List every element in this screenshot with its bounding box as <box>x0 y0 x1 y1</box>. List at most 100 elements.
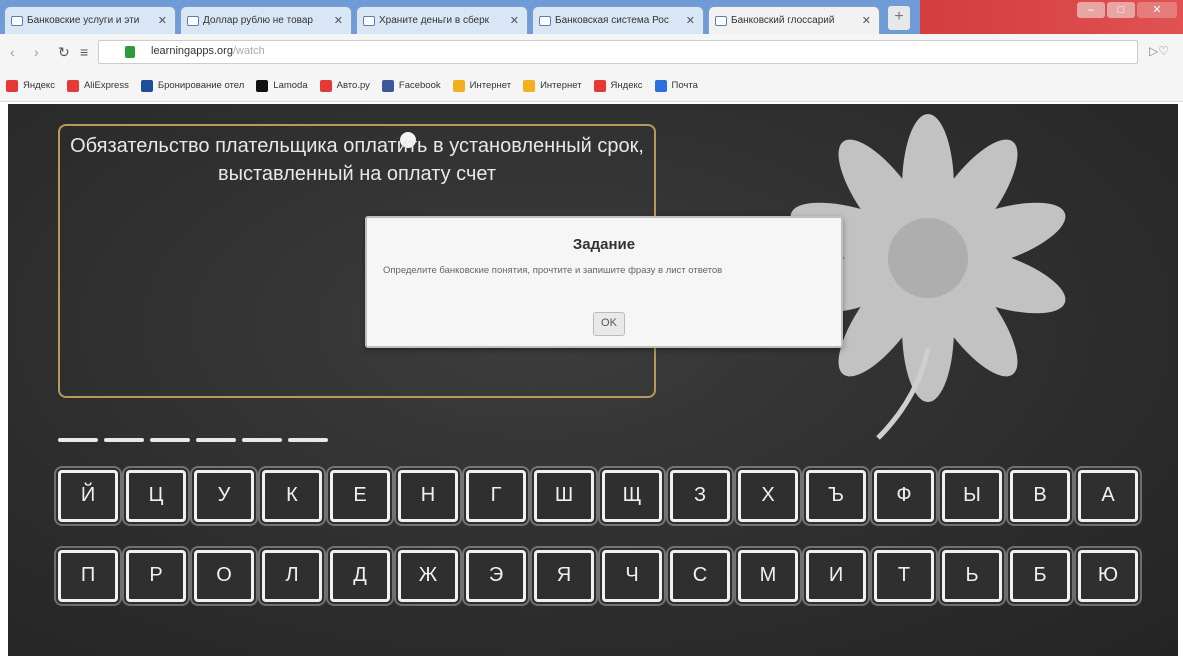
letter-key[interactable]: В <box>1010 470 1070 522</box>
letter-key[interactable]: Ч <box>602 550 662 602</box>
page-favicon-icon <box>187 16 199 26</box>
bookmark-icon <box>140 79 153 92</box>
letter-key[interactable]: Ш <box>534 470 594 522</box>
bookmark-label: Яндекс <box>23 80 55 91</box>
bookmark-icon <box>654 79 667 92</box>
letter-key[interactable]: Е <box>330 470 390 522</box>
letter-key[interactable]: Ю <box>1078 550 1138 602</box>
browser-tab[interactable]: Доллар рублю не товар ✕ <box>180 6 352 34</box>
letter-key[interactable]: Д <box>330 550 390 602</box>
letter-key[interactable]: П <box>58 550 118 602</box>
answer-slot <box>150 438 190 442</box>
task-dialog: Задание Определите банковские понятия, п… <box>365 216 843 348</box>
address-bar: ‹ › ↻ ≡ learningapps.org/watch ▷♡ <box>0 34 1183 71</box>
url-path: /watch <box>232 45 265 57</box>
letter-key[interactable]: Щ <box>602 470 662 522</box>
letter-key[interactable]: З <box>670 470 730 522</box>
bookmark-label: Авто.ру <box>336 80 370 91</box>
url-input[interactable]: learningapps.org/watch <box>98 40 1138 64</box>
bookmark-label: Интернет <box>540 80 582 91</box>
letter-key[interactable]: И <box>806 550 866 602</box>
url-host: learningapps.org <box>151 45 233 57</box>
letter-key[interactable]: Х <box>738 470 798 522</box>
dialog-message: Определите банковские понятия, прочтите … <box>383 265 723 276</box>
tab-title: Банковский глоссарий <box>731 15 835 26</box>
letter-key[interactable]: Ж <box>398 550 458 602</box>
bookmark-icon <box>319 79 332 92</box>
tab-title: Банковские услуги и эти <box>27 15 140 26</box>
bookmark-label: Почта <box>671 80 698 91</box>
page-favicon-icon <box>363 16 375 26</box>
bookmark-icon <box>452 79 465 92</box>
keyboard-row-2: ПРОЛДЖЭЯЧСМИТЬБЮ <box>58 550 1138 602</box>
letter-key[interactable]: Я <box>534 550 594 602</box>
close-tab-icon[interactable]: ✕ <box>158 14 167 27</box>
bookmark-item[interactable]: Интернет <box>452 79 511 92</box>
letter-key[interactable]: Ы <box>942 470 1002 522</box>
bookmark-label: AliExpress <box>83 80 129 91</box>
bookmark-item[interactable]: Авто.ру <box>319 79 370 92</box>
bookmark-item[interactable]: Бронирование отел <box>140 79 244 92</box>
bookmark-item[interactable]: Яндекс <box>593 79 643 92</box>
keyboard-row-1: ЙЦУКЕНГШЩЗХЪФЫВА <box>58 470 1138 522</box>
browser-tab[interactable]: Банковский глоссарий ✕ <box>708 6 880 34</box>
new-tab-button[interactable]: + <box>888 6 910 30</box>
answer-slots <box>58 438 328 442</box>
answer-slot <box>104 438 144 442</box>
close-window-button[interactable]: ✕ <box>1137 2 1177 18</box>
answer-slot <box>196 438 236 442</box>
letter-key[interactable]: У <box>194 470 254 522</box>
bookmark-item[interactable]: Почта <box>654 79 698 92</box>
bookmark-item[interactable]: Lamoda <box>256 79 308 92</box>
bookmark-icon <box>523 79 536 92</box>
menu-icon[interactable]: ≡ <box>80 44 88 60</box>
letter-key[interactable]: Б <box>1010 550 1070 602</box>
letter-key[interactable]: К <box>262 470 322 522</box>
letter-key[interactable]: Ф <box>874 470 934 522</box>
browser-tab[interactable]: Банковские услуги и эти ✕ <box>4 6 176 34</box>
close-tab-icon[interactable]: ✕ <box>686 14 695 27</box>
letter-key[interactable]: Т <box>874 550 934 602</box>
letter-key[interactable]: Г <box>466 470 526 522</box>
letter-key[interactable]: Л <box>262 550 322 602</box>
bookmark-item[interactable]: Яндекс <box>6 79 55 92</box>
dialog-title: Задание <box>572 236 636 253</box>
reload-icon[interactable]: ↻ <box>58 44 70 61</box>
bookmark-icon <box>6 79 18 92</box>
maximize-button[interactable]: □ <box>1107 2 1135 18</box>
bookmark-item[interactable]: AliExpress <box>66 79 129 92</box>
lock-icon <box>125 46 135 58</box>
close-tab-icon[interactable]: ✕ <box>334 14 343 27</box>
bookmark-item[interactable]: Facebook <box>381 79 441 92</box>
letter-key[interactable]: Н <box>398 470 458 522</box>
letter-key[interactable]: Р <box>126 550 186 602</box>
browser-tab[interactable]: Банковская система Рос ✕ <box>532 6 704 34</box>
bookmark-star-icon[interactable]: ▷♡ <box>1149 44 1169 58</box>
minimize-button[interactable]: – <box>1077 2 1105 18</box>
bookmark-label: Яндекс <box>610 80 643 91</box>
letter-key[interactable]: Ъ <box>806 470 866 522</box>
close-tab-icon[interactable]: ✕ <box>510 14 519 27</box>
back-icon[interactable]: ‹ <box>10 44 15 60</box>
bookmark-icon <box>66 79 79 92</box>
window-titlebar: – □ ✕ <box>920 0 1183 34</box>
close-tab-icon[interactable]: ✕ <box>862 14 871 27</box>
letter-key[interactable]: О <box>194 550 254 602</box>
letter-key[interactable]: Й <box>58 470 118 522</box>
letter-key[interactable]: С <box>670 550 730 602</box>
ok-button[interactable]: OK <box>593 312 625 336</box>
chalkboard-app: Обязательство плательщика оплатить в уст… <box>8 104 1178 656</box>
answer-slot <box>242 438 282 442</box>
tab-title: Храните деньги в сберк <box>379 15 490 26</box>
answer-slot <box>58 438 98 442</box>
bookmark-item[interactable]: Интернет <box>523 79 582 92</box>
letter-key[interactable]: Ь <box>942 550 1002 602</box>
letter-key[interactable]: М <box>738 550 798 602</box>
letter-key[interactable]: Э <box>466 550 526 602</box>
letter-key[interactable]: А <box>1078 470 1138 522</box>
letter-key[interactable]: Ц <box>126 470 186 522</box>
browser-tab[interactable]: Храните деньги в сберк ✕ <box>356 6 528 34</box>
bookmark-icon <box>381 79 394 92</box>
forward-icon[interactable]: › <box>34 44 39 60</box>
page-favicon-icon <box>11 16 23 26</box>
